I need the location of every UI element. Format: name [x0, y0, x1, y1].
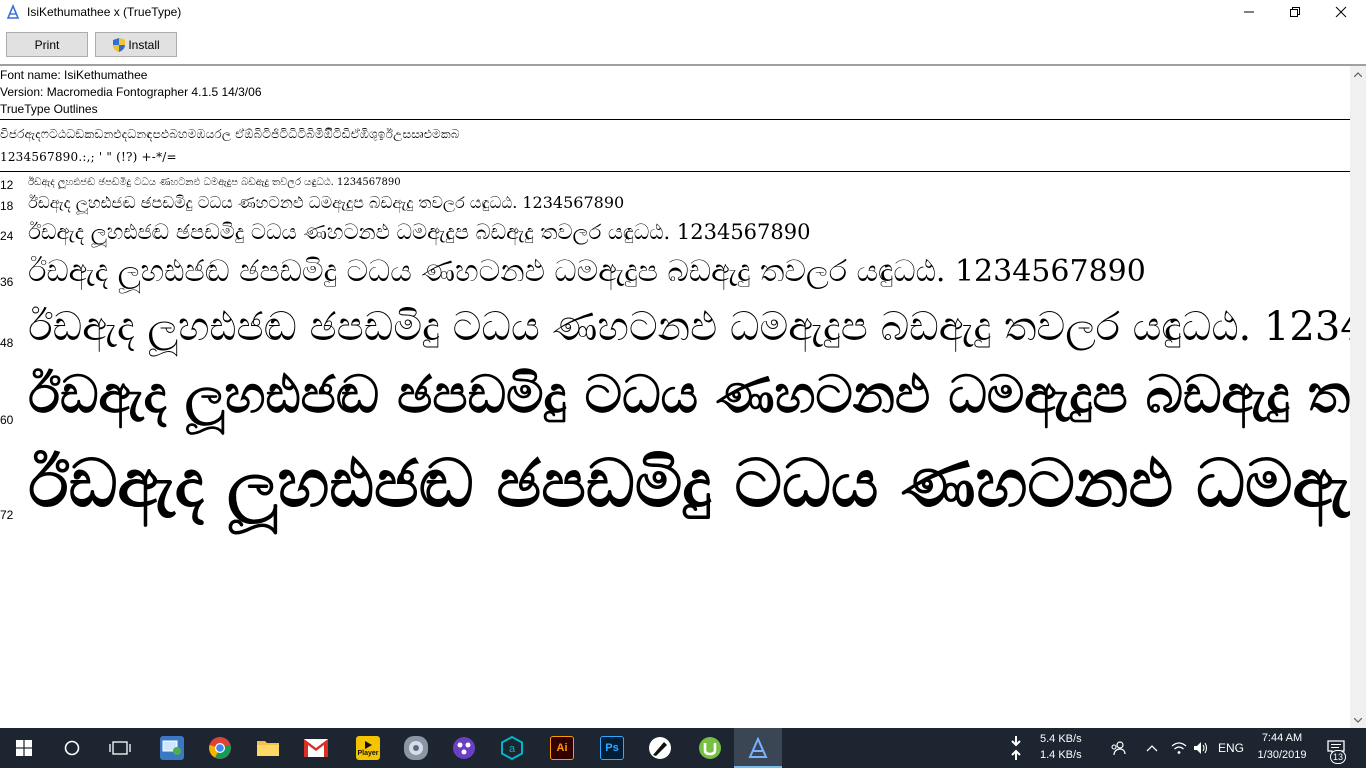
print-button-label: Print [34, 37, 60, 52]
font-preview-area: Font name: IsiKethumathee Version: Macro… [0, 66, 1350, 728]
sample-size-label: 12 [0, 178, 14, 192]
taskbar-kmplayer[interactable]: Player [344, 728, 392, 768]
taskbar-arduino[interactable]: a [488, 728, 536, 768]
font-version: Version: Macromedia Fontographer 4.1.5 1… [0, 85, 262, 99]
divider [0, 119, 1350, 120]
down-up-arrows-icon [1011, 736, 1021, 760]
sample-text: ඊඩඇද ලූහඪජඬ ඡපඩමිදු ටධය ණහටනඵ ධමඇදුප බඩඇ… [28, 220, 811, 244]
taskbar-control-panel[interactable] [148, 728, 196, 768]
net-download-speed: 5.4 KB/s [1040, 733, 1082, 745]
taskbar-utorrent[interactable] [686, 728, 734, 768]
taskbar-gmail[interactable] [292, 728, 340, 768]
close-button[interactable] [1318, 0, 1364, 24]
volume-button[interactable] [1190, 728, 1212, 768]
taskbar-font-viewer[interactable] [734, 728, 782, 768]
restore-icon [1290, 7, 1300, 17]
people-button[interactable] [1104, 728, 1132, 768]
print-button[interactable]: Print [6, 32, 88, 57]
task-view-icon [109, 741, 131, 755]
sample-size-label: 36 [0, 275, 14, 289]
taskbar: Player a Ai Ps 5.4 KB/s 1.4 KB/s ENG 7:4… [0, 728, 1366, 768]
minimize-icon [1244, 11, 1254, 13]
control-panel-icon [160, 736, 184, 760]
people-icon [1111, 741, 1126, 756]
scroll-up-button[interactable] [1350, 66, 1366, 82]
toolbar: Print Install [0, 24, 1366, 64]
volume-icon [1194, 742, 1208, 754]
chevron-down-icon [1354, 717, 1362, 723]
chrome-icon [209, 737, 231, 759]
chevron-up-icon [1354, 71, 1362, 77]
install-button[interactable]: Install [95, 32, 177, 57]
utorrent-icon [699, 737, 721, 759]
font-viewer-icon [6, 4, 20, 19]
notification-count-badge: 13 [1330, 750, 1346, 764]
svg-text:a: a [509, 743, 516, 755]
divider [0, 171, 1350, 172]
minimize-button[interactable] [1226, 0, 1272, 24]
title-bar: IsiKethumathee x (TrueType) [0, 0, 1366, 24]
net-upload-speed: 1.4 KB/s [1040, 749, 1082, 761]
charset-letters: විජරඇදෆටඨධඞකඩනඵදධනඳපඵබහමඹයරල ඒඕබිටිජිටිධ… [0, 127, 460, 141]
language-indicator[interactable]: ENG [1218, 741, 1244, 755]
sample-text: ඊඩඇද ලූහඪජඬ ඡපඩමිදු ටධය ණහටනඵ ධමඇදුප බඩඇ… [28, 254, 1146, 289]
maximize-button[interactable] [1272, 0, 1318, 24]
illustrator-label: Ai [556, 742, 568, 754]
clock-time[interactable]: 7:44 AM [1254, 732, 1310, 744]
sample-size-label: 72 [0, 508, 14, 522]
wifi-button[interactable] [1168, 728, 1190, 768]
close-icon [1335, 6, 1347, 18]
cortana-button[interactable] [48, 728, 96, 768]
show-hidden-icons-button[interactable] [1142, 728, 1162, 768]
windows-start-icon [16, 740, 32, 756]
taskbar-photoshop[interactable]: Ps [588, 728, 636, 768]
wifi-icon [1171, 742, 1187, 754]
clock-date[interactable]: 1/30/2019 [1254, 749, 1310, 761]
window-title: IsiKethumathee x (TrueType) [27, 5, 182, 19]
nodes-app-icon [453, 737, 475, 759]
inkscape-icon [649, 737, 671, 759]
photoshop-label: Ps [605, 742, 619, 754]
sample-text: ඊඩඇද ලූහඪජඬ ඡපඩමිදු ටධය ණහටනඵ ධමඇදුප බඩඇ… [28, 177, 401, 188]
sample-size-label: 48 [0, 336, 14, 350]
app-icon [404, 736, 428, 760]
task-view-button[interactable] [96, 728, 144, 768]
font-viewer-icon [748, 737, 768, 758]
cortana-circle-icon [64, 740, 80, 756]
chevron-up-icon [1146, 744, 1158, 751]
sample-size-label: 60 [0, 413, 14, 427]
sample-text: ඊඩඇද ලූහඪජඬ ඡපඩමිදු ටධය ණහටනඵ ධමඇදුප බඩඇ [28, 444, 1350, 522]
taskbar-inkscape[interactable] [636, 728, 684, 768]
arduino-icon: a [501, 736, 523, 760]
net-speed-icon [1006, 728, 1026, 768]
sample-text: ඊඩඇද ලූහඪජඬ ඡපඩමිදු ටධය ණහටනඵ ධමඇදුප බඩඇ… [28, 304, 1350, 350]
charset-digits: 1234567890.:,; ' " (!?) +-*/= [0, 150, 177, 164]
scroll-down-button[interactable] [1350, 712, 1366, 728]
gmail-icon [304, 739, 328, 757]
illustrator-icon: Ai [550, 736, 574, 760]
taskbar-app[interactable] [392, 728, 440, 768]
font-name: Font name: IsiKethumathee [0, 68, 148, 82]
kmplayer-label: Player [357, 749, 379, 757]
sample-text: ඊඩඇද ලූහඪජඬ ඡපඩමිදු ටධය ණහටනඵ ධමඇදුප බඩඇ… [28, 364, 1350, 425]
start-button[interactable] [0, 728, 48, 768]
vertical-scrollbar[interactable] [1350, 66, 1366, 728]
font-outline-type: TrueType Outlines [0, 102, 98, 116]
taskbar-illustrator[interactable]: Ai [538, 728, 586, 768]
photoshop-icon: Ps [600, 736, 624, 760]
taskbar-nodes-app[interactable] [440, 728, 488, 768]
sample-size-label: 24 [0, 229, 14, 243]
sample-text: ඊඩඇද ලූහඪජඬ ඡපඩමිදු ටධය ණහටනඵ ධමඇදුප බඩඇ… [28, 193, 625, 212]
kmplayer-icon: Player [356, 736, 380, 760]
sample-size-label: 18 [0, 199, 14, 213]
taskbar-chrome[interactable] [196, 728, 244, 768]
taskbar-file-explorer[interactable] [244, 728, 292, 768]
install-button-label: Install [128, 37, 160, 52]
uac-shield-icon [113, 37, 126, 52]
file-explorer-icon [257, 741, 279, 756]
